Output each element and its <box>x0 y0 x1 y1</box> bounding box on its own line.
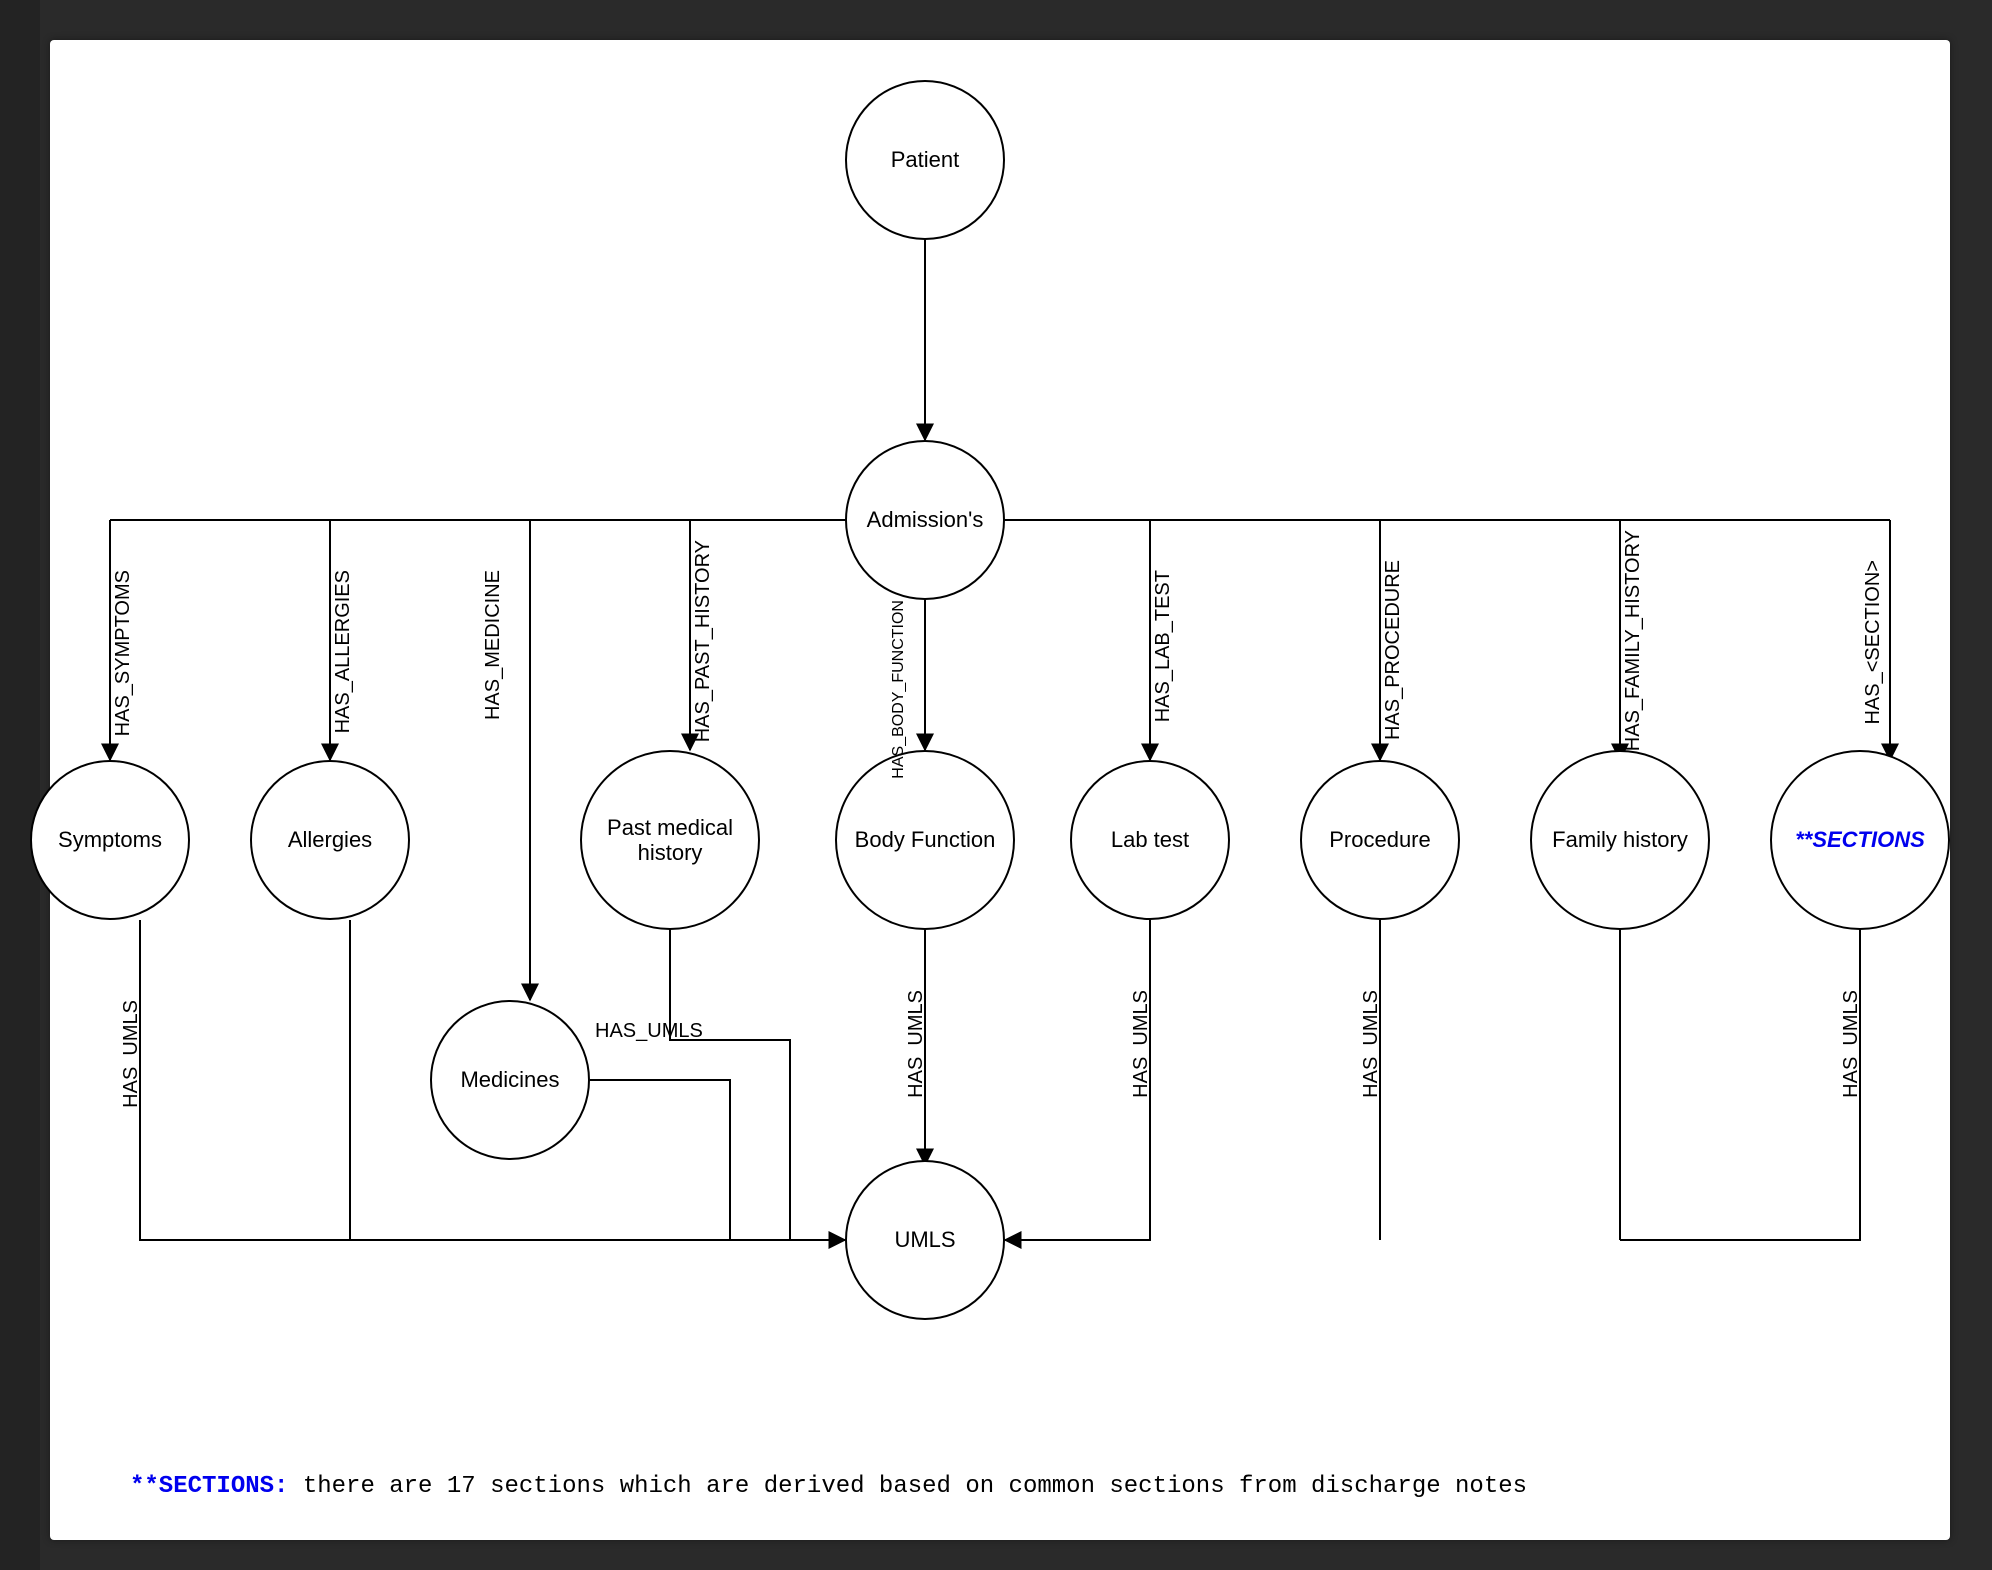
node-procedure: Procedure <box>1300 760 1460 920</box>
node-allergies: Allergies <box>250 760 410 920</box>
node-label: Past medical history <box>586 815 754 866</box>
node-label: Patient <box>891 147 960 172</box>
node-label: Symptoms <box>58 827 162 852</box>
edge-has-section: HAS_<SECTION> <box>1862 560 1885 725</box>
node-label: Allergies <box>288 827 372 852</box>
node-medicines: Medicines <box>430 1000 590 1160</box>
node-label: Procedure <box>1329 827 1431 852</box>
footnote-text: there are 17 sections which are derived … <box>288 1473 1527 1500</box>
node-label: Lab test <box>1111 827 1189 852</box>
edge-has-past-history: HAS_PAST_HISTORY <box>692 540 715 742</box>
edge-has-umls-procedure: HAS_UMLS <box>1360 990 1383 1098</box>
node-family-history: Family history <box>1530 750 1710 930</box>
node-body-function: Body Function <box>835 750 1015 930</box>
node-label: Admission's <box>867 507 984 532</box>
node-label: UMLS <box>894 1227 955 1252</box>
node-label: Family history <box>1552 827 1688 852</box>
node-patient: Patient <box>845 80 1005 240</box>
edge-has-umls-lab: HAS_UMLS <box>1130 990 1153 1098</box>
node-label: Medicines <box>460 1067 559 1092</box>
edge-has-procedure: HAS_PROCEDURE <box>1382 560 1405 740</box>
node-umls: UMLS <box>845 1160 1005 1320</box>
node-admissions: Admission's <box>845 440 1005 600</box>
node-sections: **SECTIONS <box>1770 750 1950 930</box>
edge-has-body-function: HAS_BODY_FUNCTION <box>890 600 908 779</box>
node-past-medical-history: Past medical history <box>580 750 760 930</box>
edge-has-umls-body: HAS_UMLS <box>905 990 928 1098</box>
edge-has-allergies: HAS_ALLERGIES <box>332 570 355 733</box>
edge-has-family-history: HAS_FAMILY_HISTORY <box>1622 530 1645 751</box>
node-symptoms: Symptoms <box>30 760 190 920</box>
edge-has-medicine: HAS_MEDICINE <box>482 570 505 720</box>
edge-has-symptoms: HAS_SYMPTOMS <box>112 570 135 736</box>
edge-has-umls-symptoms: HAS_UMLS <box>120 1000 143 1108</box>
edge-has-umls-sections: HAS_UMLS <box>1840 990 1863 1098</box>
diagram-canvas: Patient Admission's Symptoms Allergies P… <box>50 40 1950 1540</box>
edge-has-lab-test: HAS_LAB_TEST <box>1152 570 1175 722</box>
footnote-lead: **SECTIONS: <box>130 1473 288 1500</box>
node-lab-test: Lab test <box>1070 760 1230 920</box>
edge-has-umls-medicines: HAS_UMLS <box>595 1020 703 1043</box>
footnote: **SECTIONS: there are 17 sections which … <box>130 1473 1527 1500</box>
editor-sidebar <box>0 0 40 1570</box>
node-label: Body Function <box>855 827 996 852</box>
node-label: **SECTIONS <box>1795 827 1925 852</box>
